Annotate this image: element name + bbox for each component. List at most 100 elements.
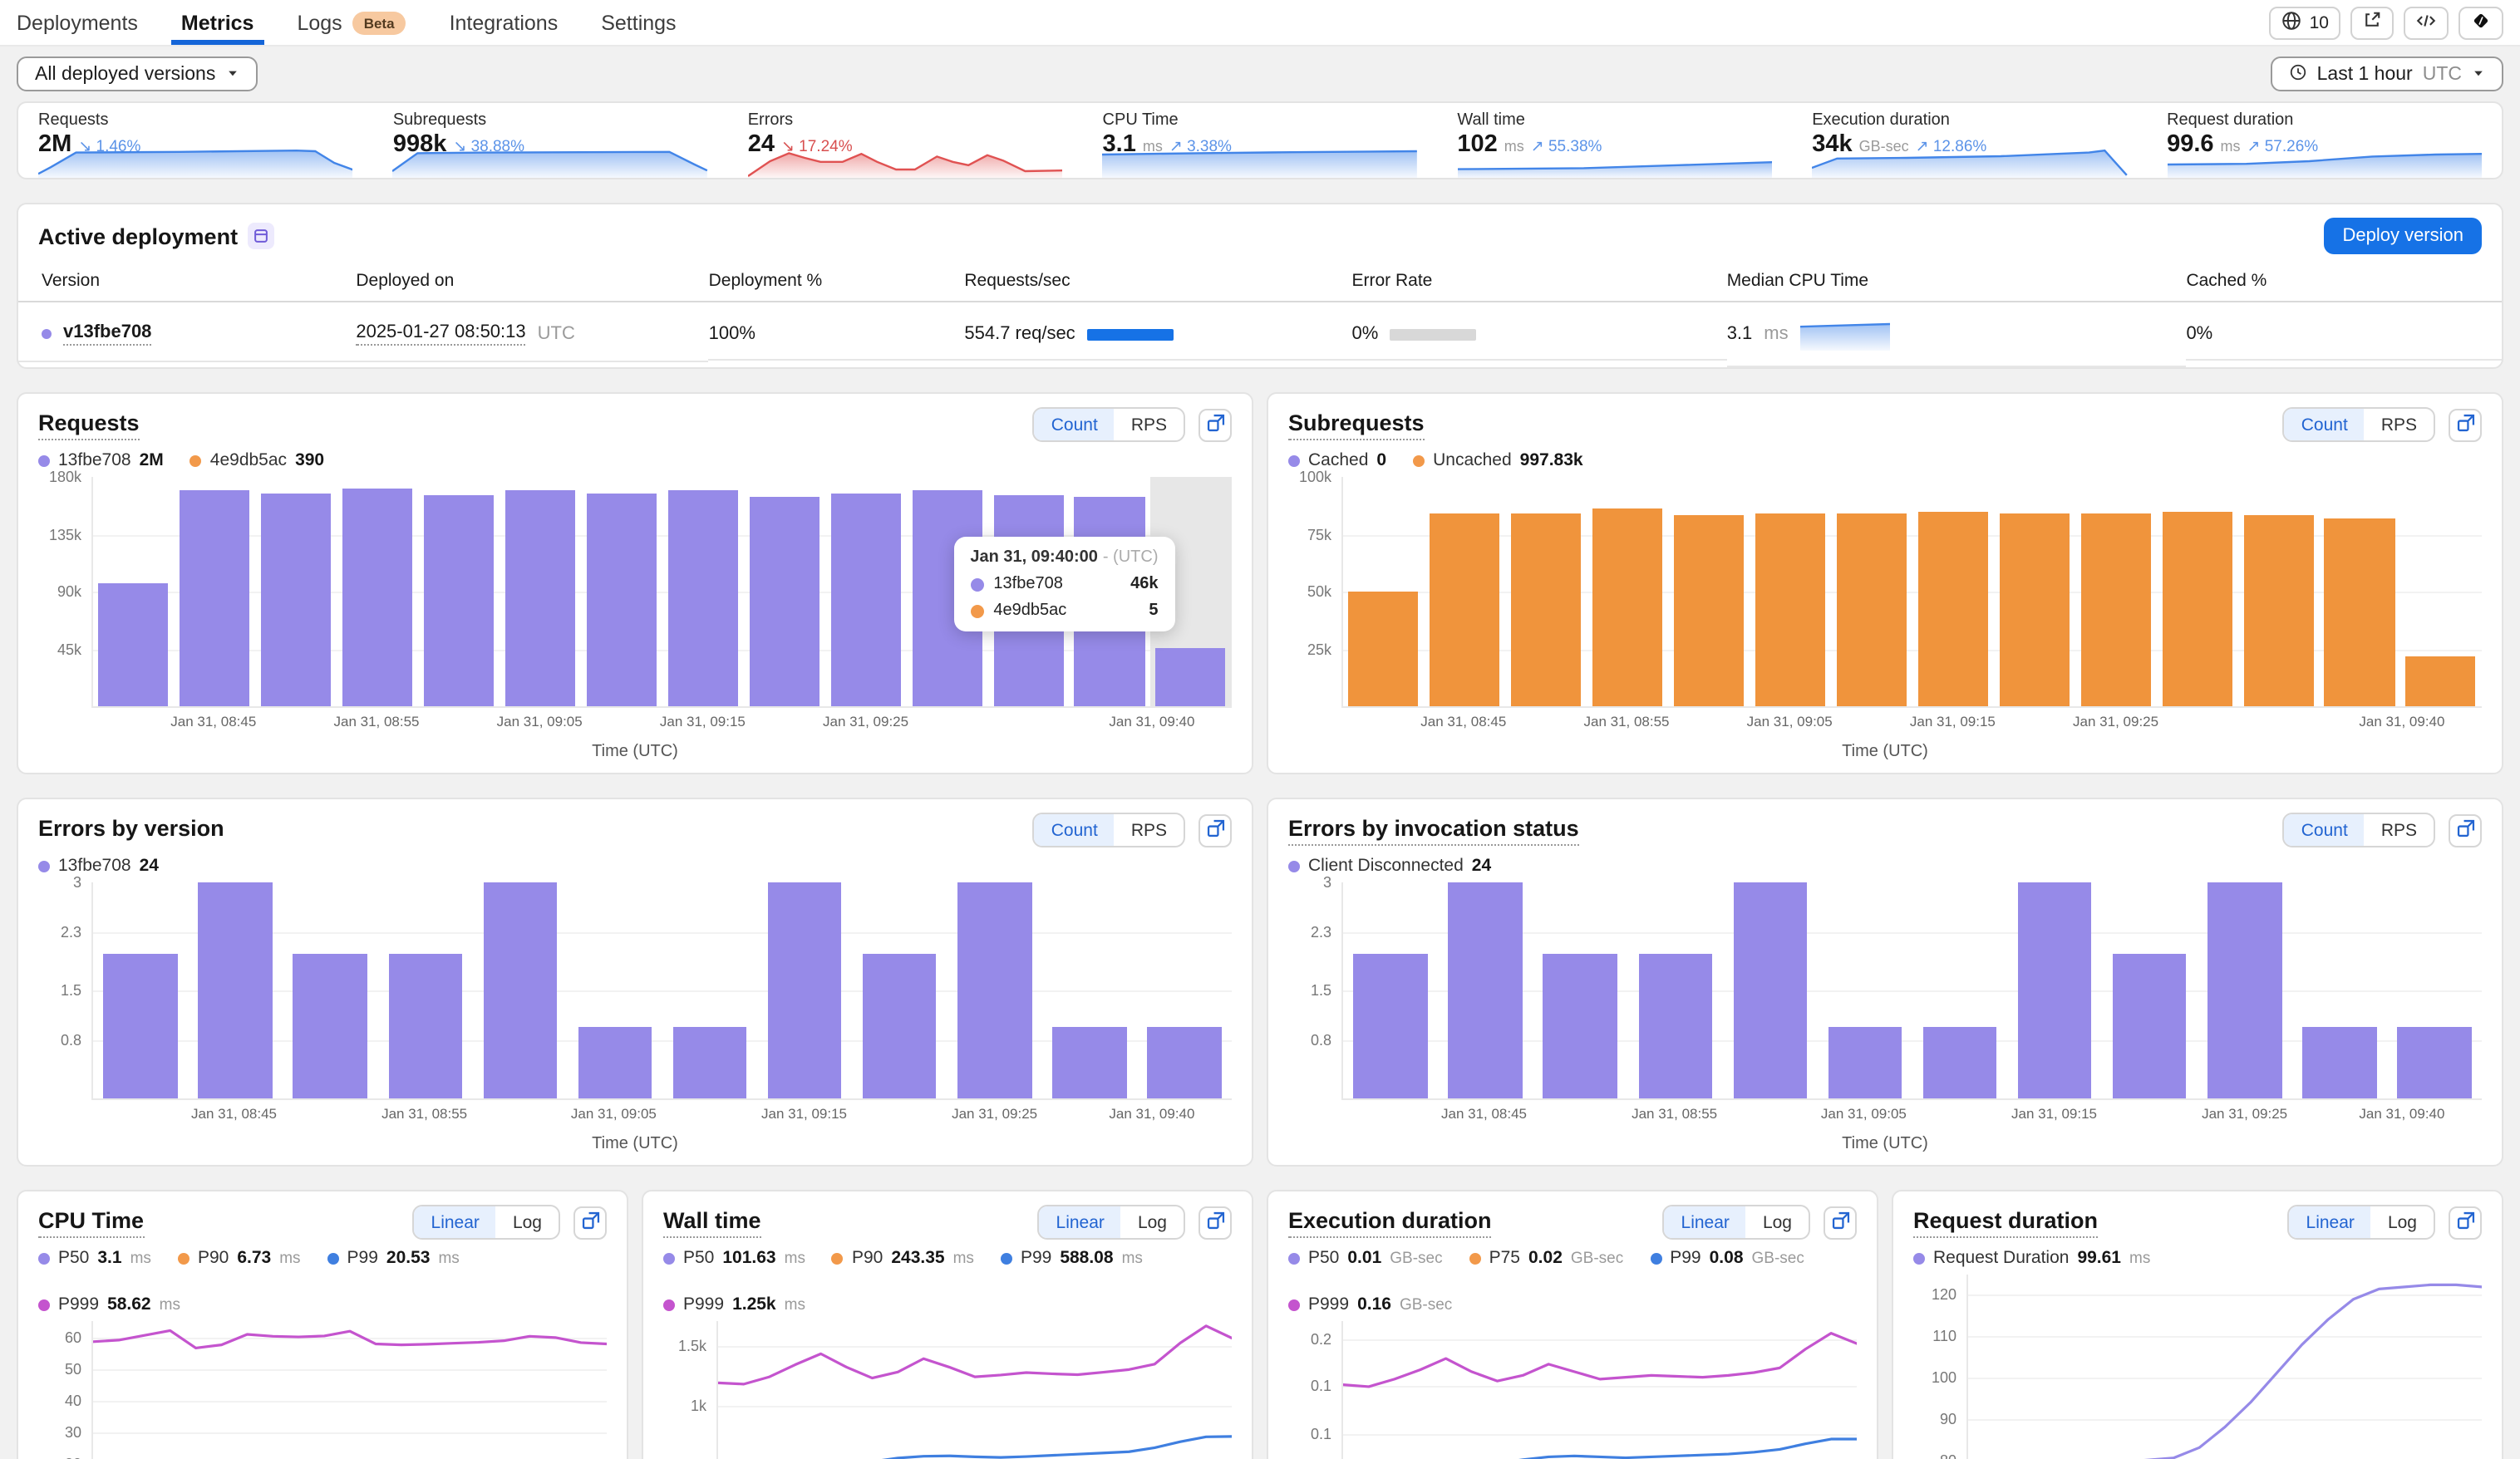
chart-plot[interactable]	[1966, 1275, 2482, 1459]
bar-slot[interactable]	[1723, 882, 1818, 1098]
stat-subrequests[interactable]: Subrequests 998k ↘ 38.88%	[373, 103, 728, 178]
bar-slot[interactable]	[256, 477, 337, 706]
chart-plot[interactable]	[91, 1321, 607, 1459]
bar-slot[interactable]	[93, 882, 188, 1098]
legend-item-p50[interactable]: P50 101.63 ms	[663, 1248, 805, 1268]
bar-slot[interactable]	[377, 882, 472, 1098]
bar-slot[interactable]	[662, 882, 757, 1098]
bar-slot[interactable]	[2400, 477, 2482, 706]
expand-chart-button[interactable]	[2449, 1206, 2482, 1239]
tab-deployments[interactable]: Deployments	[17, 0, 138, 45]
toggle-rps[interactable]: RPS	[1115, 814, 1184, 846]
legend-item-p999[interactable]: P999 0.16 GB-sec	[1288, 1294, 1452, 1314]
legend-item-p999[interactable]: P999 58.62 ms	[38, 1294, 180, 1314]
bar-slot[interactable]	[1750, 477, 1831, 706]
tab-integrations[interactable]: Integrations	[450, 0, 559, 45]
toggle-linear[interactable]: Linear	[1664, 1206, 1746, 1238]
bar-slot[interactable]	[757, 882, 852, 1098]
stat-execution-duration[interactable]: Execution duration 34k GB-sec ↗ 12.86%	[1792, 103, 2147, 178]
bar-slot[interactable]	[568, 882, 662, 1098]
legend-item-uncached[interactable]: Uncached 997.83k	[1413, 450, 1583, 470]
bar-slot[interactable]	[1425, 477, 1506, 706]
bar-slot[interactable]	[1668, 477, 1750, 706]
toggle-linear[interactable]: Linear	[414, 1206, 496, 1238]
bar-slot[interactable]	[175, 477, 256, 706]
legend-item-p999[interactable]: P999 1.25k ms	[663, 1294, 805, 1314]
tab-metrics[interactable]: Metrics	[170, 0, 263, 45]
time-range-dropdown[interactable]: Last 1 hour UTC	[2270, 56, 2503, 91]
legend-item-p99[interactable]: P99 0.08 GB-sec	[1650, 1248, 1804, 1268]
bar-slot[interactable]	[852, 882, 947, 1098]
toggle-count[interactable]: Count	[1034, 409, 1115, 440]
deployment-version-cell[interactable]: v13fbe708	[18, 307, 357, 362]
open-worker-button[interactable]	[2350, 6, 2394, 39]
legend-item-p99[interactable]: P99 588.08 ms	[1000, 1248, 1143, 1268]
expand-chart-button[interactable]	[1198, 408, 1232, 441]
bar-slot[interactable]	[188, 882, 283, 1098]
bar-slot[interactable]	[1912, 882, 2007, 1098]
bar-slot[interactable]	[1343, 882, 1438, 1098]
legend-item-p50[interactable]: P50 3.1 ms	[38, 1248, 151, 1268]
bar-slot[interactable]	[2102, 882, 2197, 1098]
bar-slot[interactable]	[825, 477, 907, 706]
version-link[interactable]: v13fbe708	[63, 322, 152, 346]
expand-chart-button[interactable]	[1198, 813, 1232, 847]
code-editor-button[interactable]	[2404, 6, 2449, 39]
bar-slot[interactable]	[662, 477, 744, 706]
legend-item-p90[interactable]: P90 243.35 ms	[831, 1248, 974, 1268]
stat-request-duration[interactable]: Request duration 99.6 ms ↗ 57.26%	[2147, 103, 2502, 178]
version-filter-dropdown[interactable]: All deployed versions	[17, 56, 258, 91]
toggle-count[interactable]: Count	[2284, 814, 2365, 846]
toggle-linear[interactable]: Linear	[1039, 1206, 1121, 1238]
chart-plot[interactable]	[1341, 882, 2482, 1100]
bar-slot[interactable]	[500, 477, 581, 706]
globe-routes-button[interactable]: 10	[2269, 6, 2340, 39]
expand-chart-button[interactable]	[2449, 408, 2482, 441]
bar-slot[interactable]	[1137, 882, 1232, 1098]
toggle-log[interactable]: Log	[1121, 1206, 1184, 1238]
toggle-rps[interactable]: RPS	[1115, 409, 1184, 440]
workers-app-button[interactable]	[2458, 6, 2503, 39]
chart-plot[interactable]	[1341, 477, 2482, 708]
toggle-log[interactable]: Log	[496, 1206, 559, 1238]
legend-item-request-duration[interactable]: Request Duration 99.61 ms	[1913, 1248, 2150, 1268]
expand-chart-button[interactable]	[573, 1206, 607, 1239]
bar-slot[interactable]	[1818, 882, 1912, 1098]
toggle-log[interactable]: Log	[2371, 1206, 2434, 1238]
expand-chart-button[interactable]	[1198, 1206, 1232, 1239]
toggle-rps[interactable]: RPS	[2365, 409, 2434, 440]
bar-slot[interactable]	[337, 477, 419, 706]
bar-slot[interactable]	[93, 477, 175, 706]
bar-slot[interactable]	[2075, 477, 2157, 706]
chart-plot[interactable]	[91, 882, 1232, 1100]
bar-slot[interactable]	[581, 477, 662, 706]
toggle-linear[interactable]: Linear	[2289, 1206, 2371, 1238]
stat-requests[interactable]: Requests 2M ↘ 1.46%	[18, 103, 373, 178]
legend-item-13fbe708[interactable]: 13fbe708 2M	[38, 450, 164, 470]
deployment-versions-icon[interactable]	[248, 223, 275, 249]
toggle-rps[interactable]: RPS	[2365, 814, 2434, 846]
bar-slot[interactable]	[1506, 477, 1587, 706]
legend-item-p50[interactable]: P50 0.01 GB-sec	[1288, 1248, 1443, 1268]
bar-slot[interactable]	[283, 882, 377, 1098]
legend-item-13fbe708[interactable]: 13fbe708 24	[38, 856, 159, 876]
bar-slot[interactable]	[1994, 477, 2075, 706]
expand-chart-button[interactable]	[1824, 1206, 1857, 1239]
bar-slot[interactable]	[418, 477, 500, 706]
chart-plot[interactable]	[716, 1321, 1232, 1459]
toggle-log[interactable]: Log	[1746, 1206, 1809, 1238]
bar-slot[interactable]	[1533, 882, 1627, 1098]
bar-slot[interactable]	[1438, 882, 1533, 1098]
bar-slot[interactable]	[1627, 882, 1722, 1098]
legend-item-p75[interactable]: P75 0.02 GB-sec	[1469, 1248, 1623, 1268]
bar-slot[interactable]	[2237, 477, 2319, 706]
tab-logs[interactable]: Logs Beta	[297, 0, 406, 45]
tab-settings[interactable]: Settings	[601, 0, 676, 45]
bar-slot[interactable]	[744, 477, 825, 706]
legend-item-p99[interactable]: P99 20.53 ms	[327, 1248, 460, 1268]
stat-cpu-time[interactable]: CPU Time 3.1 ms ↗ 3.38%	[1083, 103, 1438, 178]
bar-slot[interactable]	[1587, 477, 1669, 706]
legend-item-cached[interactable]: Cached 0	[1288, 450, 1386, 470]
bar-slot[interactable]	[2007, 882, 2102, 1098]
toggle-count[interactable]: Count	[2284, 409, 2365, 440]
